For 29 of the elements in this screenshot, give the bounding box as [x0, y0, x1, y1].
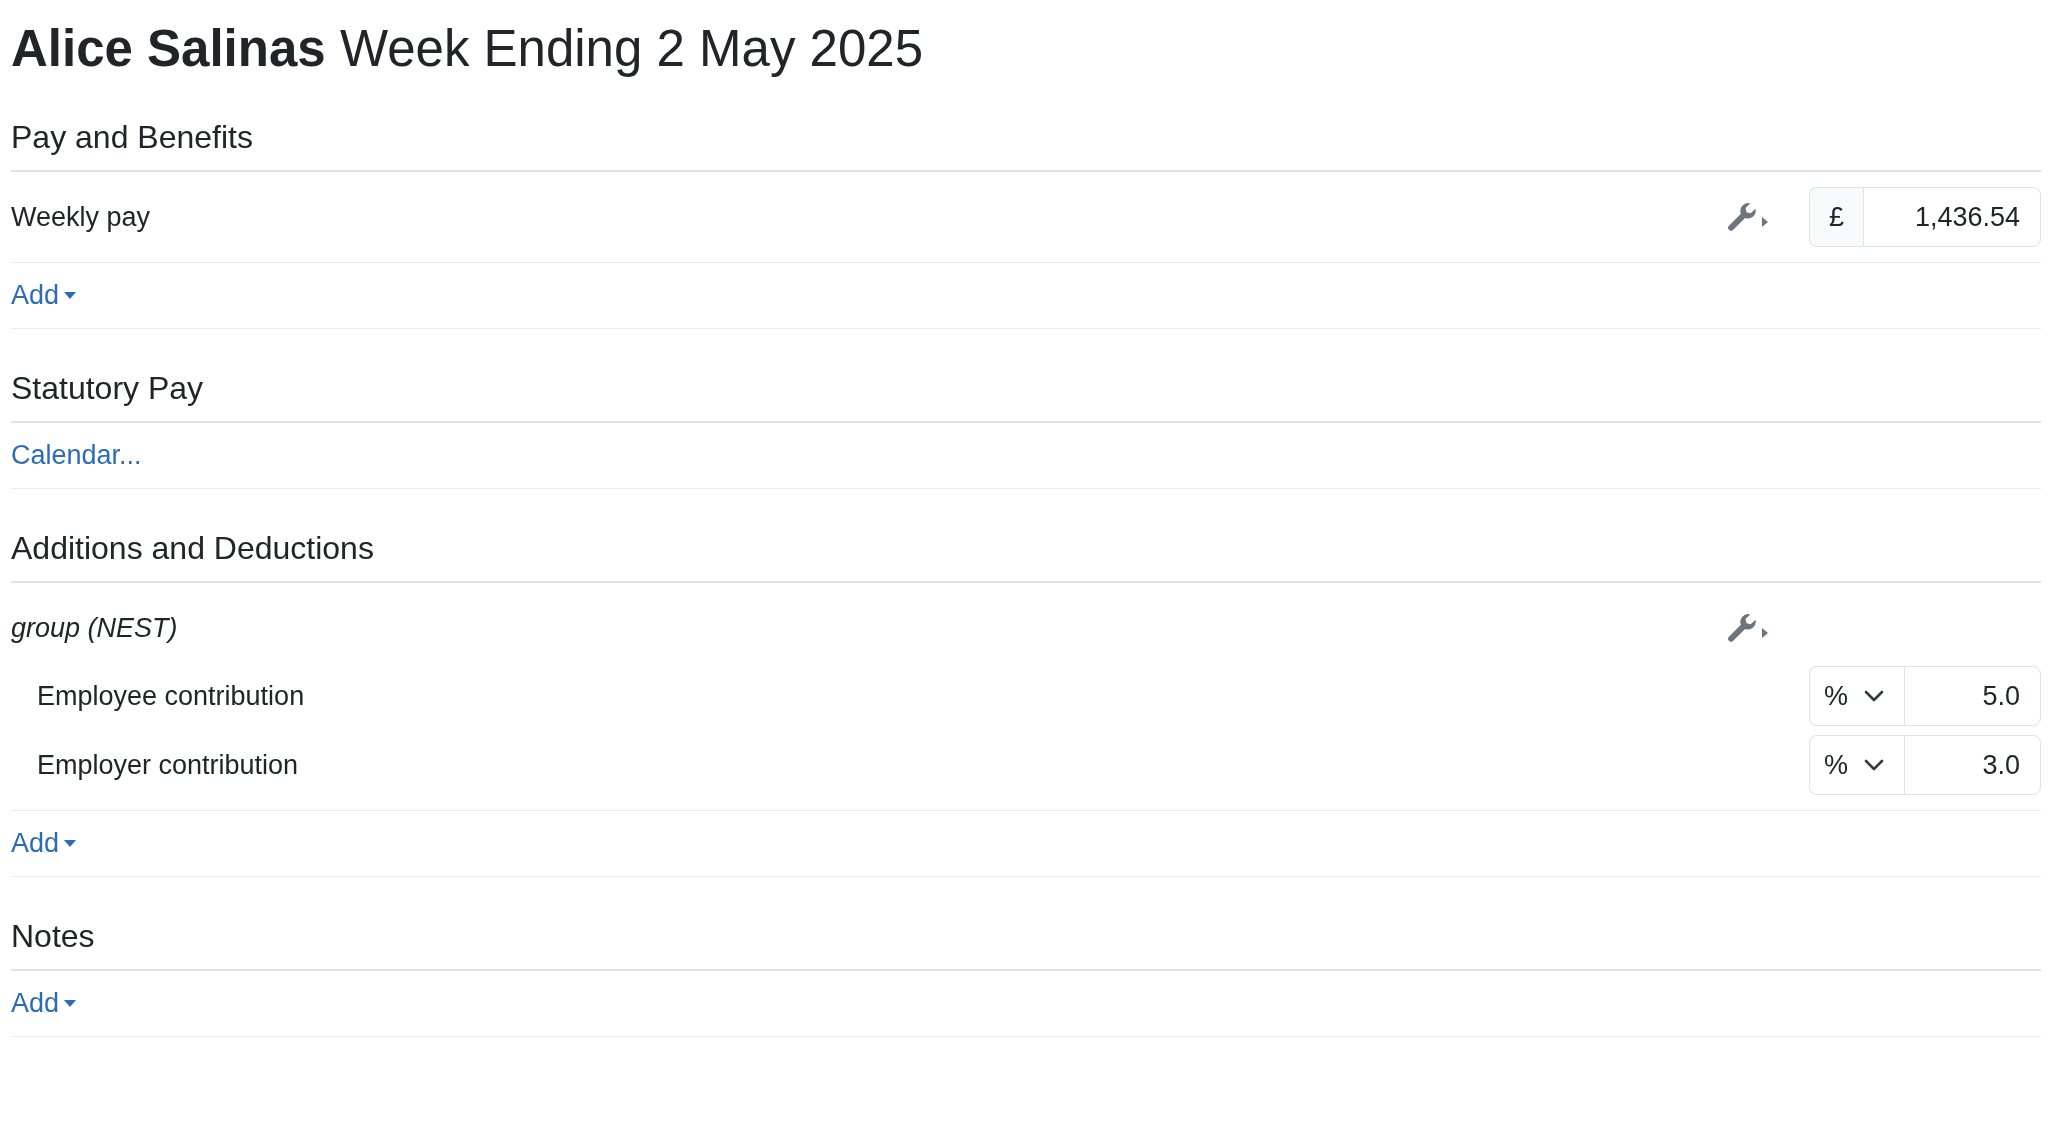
chevron-down-icon	[1864, 759, 1884, 771]
group-label: group (NEST)	[11, 611, 179, 645]
item-label: Weekly pay	[11, 200, 152, 234]
rate-input[interactable]: 3.0	[1904, 735, 2041, 795]
employee-name: Alice Salinas	[11, 19, 326, 79]
amount-input[interactable]: 1,436.54	[1863, 187, 2041, 247]
section-heading: Additions and Deductions	[11, 528, 2041, 583]
currency-label: £	[1809, 187, 1863, 247]
calendar-link[interactable]: Calendar...	[11, 438, 142, 473]
add-dropdown[interactable]: Add	[11, 278, 77, 313]
settings-dropdown[interactable]	[1728, 614, 1768, 642]
caret-icon	[1762, 217, 1768, 227]
caret-icon	[1762, 628, 1768, 638]
caret-icon	[64, 840, 77, 847]
add-dropdown[interactable]: Add	[11, 986, 77, 1021]
section-heading: Notes	[11, 916, 2041, 971]
section-heading: Statutory Pay	[11, 368, 2041, 423]
wrench-icon	[1728, 614, 1756, 642]
wrench-icon	[1728, 203, 1756, 231]
week-ending-title: Week Ending 2 May 2025	[339, 19, 924, 79]
rate-input[interactable]: 5.0	[1904, 666, 2041, 726]
caret-icon	[64, 292, 77, 299]
item-label: Employer contribution	[37, 748, 300, 782]
settings-dropdown[interactable]	[1728, 203, 1768, 231]
chevron-down-icon	[1864, 690, 1884, 702]
add-dropdown[interactable]: Add	[11, 826, 77, 861]
caret-icon	[64, 1000, 77, 1007]
item-label: Employee contribution	[37, 679, 306, 713]
section-heading: Pay and Benefits	[11, 117, 2041, 172]
